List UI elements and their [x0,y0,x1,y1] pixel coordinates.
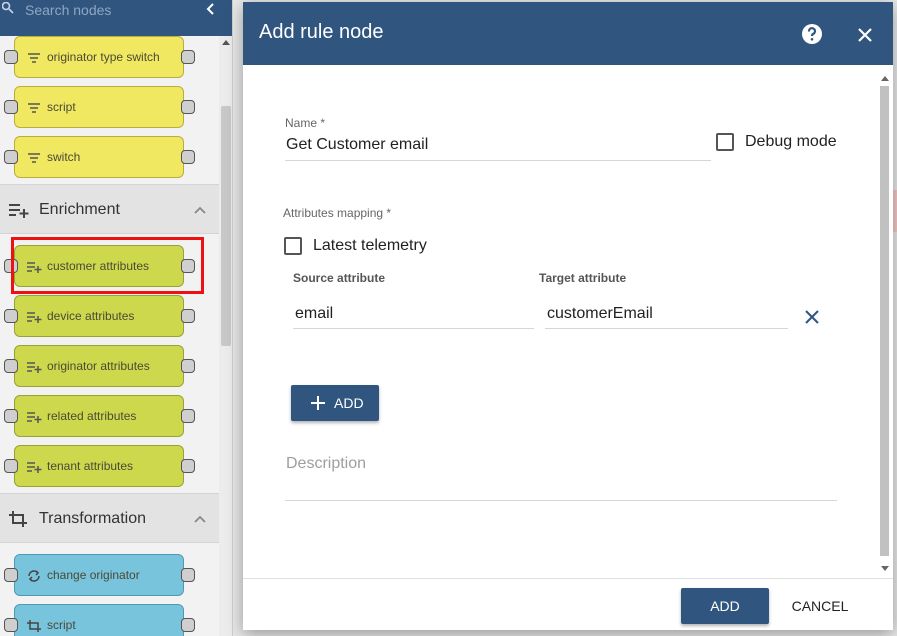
node-device-attributes[interactable]: device attributes [4,295,195,337]
plus-icon [311,396,325,410]
section-enrichment[interactable]: Enrichment [0,184,219,234]
playlist-add-icon [27,312,42,323]
output-port [181,459,195,473]
playlist-add-icon [9,204,29,218]
chevron-up-icon[interactable] [193,514,207,524]
library-scroll-thumb[interactable] [221,106,231,346]
add-mapping-label: ADD [334,395,364,411]
search-input[interactable]: Search nodes [25,2,111,18]
playlist-add-icon [27,412,42,423]
section-transformation[interactable]: Transformation [0,493,219,543]
filter-icon [28,53,40,63]
playlist-add-icon [27,462,42,473]
input-port [4,409,18,423]
output-port [181,359,195,373]
output-port [181,618,195,632]
crop-icon [9,511,27,527]
input-port [4,50,18,64]
dialog-scrollbar[interactable] [879,72,891,578]
add-rule-node-dialog: Add rule node Name * Get Customer email … [243,2,893,630]
close-icon[interactable] [857,27,873,43]
node-originator-attributes[interactable]: originator attributes [4,345,195,387]
node-label: originator type switch [47,50,160,64]
transform-icon [28,570,40,582]
description-input[interactable]: Description [286,455,366,473]
name-input-underline [285,160,711,161]
description-underline [285,500,837,501]
dialog-title: Add rule node [259,21,384,43]
output-port [181,409,195,423]
node-label: change originator [47,568,140,582]
input-port [4,459,18,473]
scroll-up-arrow-icon[interactable] [881,76,889,81]
latest-telemetry-checkbox[interactable] [284,237,302,255]
node-label: related attributes [47,409,137,423]
node-label: originator attributes [47,359,150,373]
section-title: Transformation [39,510,146,527]
chevron-up-icon[interactable] [193,205,207,215]
debug-mode-label: Debug mode [745,133,837,150]
highlight-box [11,237,204,294]
add-button[interactable]: ADD [681,588,769,624]
input-port [4,568,18,582]
source-attribute-header: Source attribute [293,271,386,285]
remove-mapping-icon[interactable] [805,310,819,324]
scroll-up-arrow-icon[interactable] [222,40,230,45]
input-port [4,100,18,114]
output-port [181,150,195,164]
source-attribute-input[interactable]: email [295,305,333,323]
output-port [181,50,195,64]
name-input[interactable]: Get Customer email [286,136,428,154]
node-label: tenant attributes [47,459,134,473]
node-switch[interactable]: switch [4,136,195,178]
source-input-underline [293,328,534,329]
node-script-filter[interactable]: script [4,86,195,128]
debug-mode-checkbox[interactable] [716,133,734,151]
node-change-originator[interactable]: change originator [4,554,195,596]
cancel-button[interactable]: CANCEL [784,588,856,624]
node-originator-type-switch[interactable]: originator type switch [4,36,195,78]
node-label: device attributes [47,309,135,323]
node-label: switch [47,150,81,164]
target-attribute-input[interactable]: customerEmail [547,305,653,323]
dialog-scroll-thumb[interactable] [880,86,889,556]
chevron-left-icon[interactable] [204,2,218,16]
name-field-label: Name * [285,116,326,130]
help-icon[interactable] [801,23,823,45]
add-mapping-button[interactable]: ADD [291,385,379,421]
node-related-attributes[interactable]: related attributes [4,395,195,437]
scroll-down-arrow-icon[interactable] [881,566,889,571]
dialog-footer-divider [243,578,893,579]
filter-icon [28,153,40,163]
filter-icon [28,103,40,113]
node-label: script [47,100,76,114]
input-port [4,359,18,373]
playlist-add-icon [27,362,42,373]
search-icon [2,2,14,14]
dialog-header: Add rule node [243,2,893,65]
node-script-transform[interactable]: script [4,604,195,636]
target-input-underline [545,328,788,329]
node-search-bar: Search nodes [0,0,232,36]
target-attribute-header: Target attribute [539,271,627,285]
input-port [4,150,18,164]
crop-icon [27,620,41,632]
output-port [181,309,195,323]
output-port [181,100,195,114]
latest-telemetry-label: Latest telemetry [313,237,427,254]
section-title: Enrichment [39,201,120,218]
node-tenant-attributes[interactable]: tenant attributes [4,445,195,487]
output-port [181,568,195,582]
node-library-panel: Search nodes originator type switch scri… [0,0,233,636]
attributes-mapping-label: Attributes mapping * [283,206,392,220]
input-port [4,618,18,632]
node-label: script [47,618,76,632]
input-port [4,309,18,323]
